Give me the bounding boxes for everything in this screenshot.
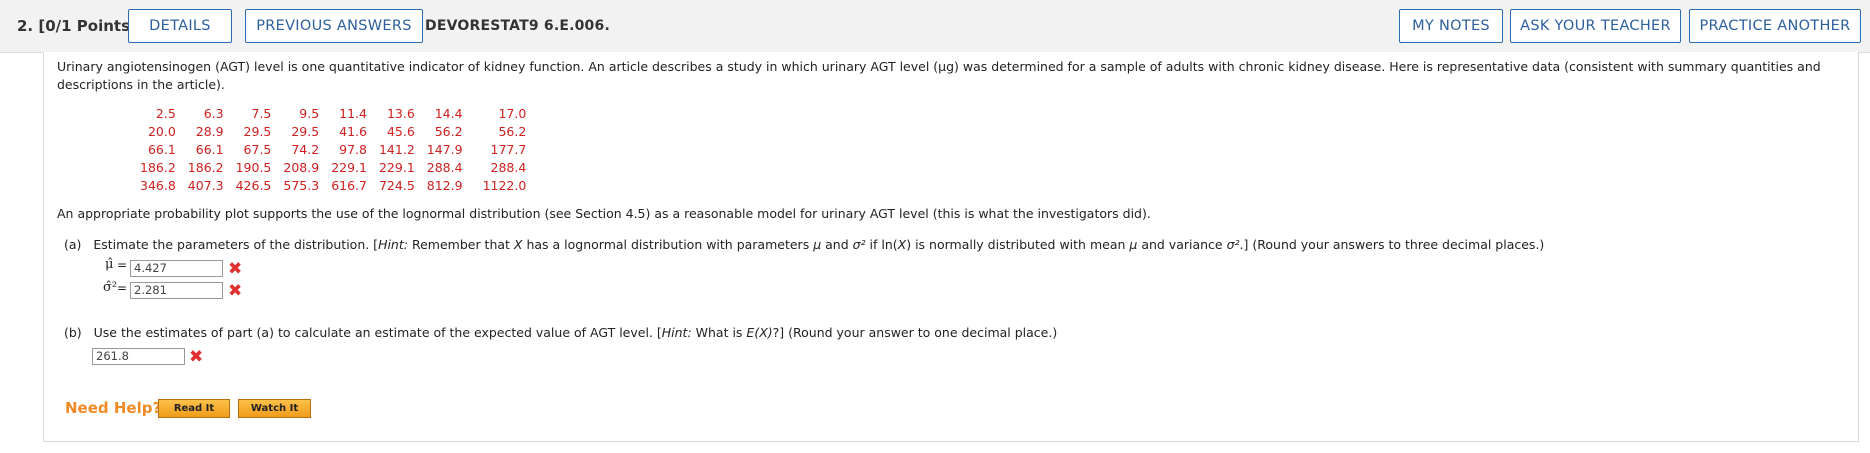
part-a-text2: Remember that [407,237,514,252]
data-cell: 426.5 [235,178,272,193]
data-cell: 17.0 [498,106,527,121]
mu-hat-input[interactable]: 4.427 [130,260,223,277]
part-b-hint: Hint: [661,325,692,340]
data-cell: 288.4 [426,160,463,175]
data-cell: 14.4 [434,106,463,121]
data-cell: 28.9 [195,124,224,139]
part-a-prompt: (a) Estimate the parameters of the distr… [64,237,1544,252]
data-cell: 724.5 [378,178,415,193]
part-a-text4: if ln( [865,237,898,252]
data-cell: 67.5 [243,142,272,157]
mu-equals: = [117,258,128,272]
previous-answers-button[interactable]: PREVIOUS ANSWERS [245,9,423,43]
question-code: DEVORESTAT9 6.E.006. [425,18,610,34]
part-b-ex: E(X) [746,325,773,340]
data-cell: 41.6 [339,124,367,139]
part-b-label: (b) [64,325,82,340]
part-a-text1: Estimate the parameters of the distribut… [93,237,379,252]
part-a-x1: X [513,237,523,252]
data-cell: 147.9 [426,142,463,157]
sigma-incorrect-icon: ✖ [228,281,243,301]
read-it-button[interactable]: Read It [158,399,230,418]
data-cell: 1122.0 [482,178,527,193]
data-row: 20.0 28.9 29.5 29.5 41.6 45.6 56.2 56.2 [128,123,526,141]
data-cell: 56.2 [434,124,463,139]
data-cell: 20.0 [147,124,176,139]
data-cell: 616.7 [331,178,367,193]
ask-your-teacher-button[interactable]: ASK YOUR TEACHER [1510,9,1681,43]
part-a-text5: ) is normally distributed with mean [906,237,1130,252]
data-cell: 97.8 [339,142,367,157]
data-cell: 56.2 [498,124,527,139]
data-row: 2.5 6.3 7.5 9.5 11.4 13.6 14.4 17.0 [128,105,526,123]
data-cell: 812.9 [426,178,463,193]
data-cell: 6.3 [203,106,224,121]
part-a-and: and [821,237,853,252]
part-a-x2: X [897,237,907,252]
data-cell: 229.1 [378,160,415,175]
model-sentence: An appropriate probability plot supports… [57,206,1151,221]
data-cell: 29.5 [291,124,320,139]
need-help-label: Need Help? [65,399,162,417]
data-cell: 575.3 [283,178,320,193]
data-cell: 9.5 [299,106,320,121]
data-cell: 66.1 [147,142,176,157]
data-cell: 186.2 [140,160,176,175]
part-a-sigma2b: σ² [1226,237,1240,252]
expected-value-input[interactable]: 261.8 [92,348,185,365]
data-cell: 208.9 [283,160,320,175]
data-row: 186.2 186.2 190.5 208.9 229.1 229.1 288.4 288.4 [128,159,526,177]
data-cell: 177.7 [490,142,527,157]
part-b-text2: What is [691,325,747,340]
data-cell: 74.2 [291,142,320,157]
part-a-text3: has a lognormal distribution with parame… [522,237,814,252]
sigma-hat-symbol: σ̂² [103,280,118,295]
part-a-text6: and variance [1137,237,1227,252]
my-notes-button[interactable]: MY NOTES [1399,9,1503,43]
part-b-prompt: (b) Use the estimates of part (a) to cal… [64,325,1057,340]
data-cell: 66.1 [195,142,224,157]
data-cell: 7.5 [251,106,272,121]
question-header: 2. [0/1 Points] DETAILS PREVIOUS ANSWERS… [0,0,1870,53]
data-cell: 13.6 [386,106,415,121]
expected-value-incorrect-icon: ✖ [189,347,204,367]
part-a-mu: μ [813,237,822,252]
part-b-text3: ?] (Round your answer to one decimal pla… [772,325,1058,340]
practice-another-button[interactable]: PRACTICE ANOTHER [1689,9,1861,43]
data-cell: 2.5 [155,106,176,121]
data-row: 66.1 66.1 67.5 74.2 97.8 141.2 147.9 177.7 [128,141,526,159]
data-cell: 45.6 [386,124,415,139]
question-intro: Urinary angiotensinogen (AGT) level is o… [57,59,1821,92]
data-cell: 190.5 [235,160,272,175]
part-a-hint: Hint: [378,237,408,252]
details-button[interactable]: DETAILS [128,9,232,43]
data-cell: 407.3 [187,178,224,193]
data-cell: 288.4 [490,160,527,175]
data-cell: 11.4 [339,106,367,121]
part-a-label: (a) [64,237,82,252]
data-cell: 29.5 [243,124,272,139]
data-cell: 346.8 [140,178,176,193]
data-cell: 141.2 [378,142,415,157]
data-cell: 229.1 [331,160,367,175]
sigma-hat-input[interactable]: 2.281 [130,282,223,299]
data-cell: 186.2 [187,160,224,175]
mu-incorrect-icon: ✖ [228,259,243,279]
data-row: 346.8 407.3 426.5 575.3 616.7 724.5 812.9 1122.… [128,177,526,195]
question-number: 2. [0/1 Points] [17,17,137,35]
part-a-sigma2: σ² [852,237,866,252]
watch-it-button[interactable]: Watch It [238,399,311,418]
mu-hat-symbol: μ̂ [105,257,114,272]
sigma-equals: = [117,281,128,295]
part-b-text1: Use the estimates of part (a) to calcula… [93,325,662,340]
data-table: 2.5 6.3 7.5 9.5 11.4 13.6 14.4 17.0 20.0 28.9 29.5… [128,105,526,195]
part-a-text7: .] (Round your answers to three decimal … [1239,237,1545,252]
